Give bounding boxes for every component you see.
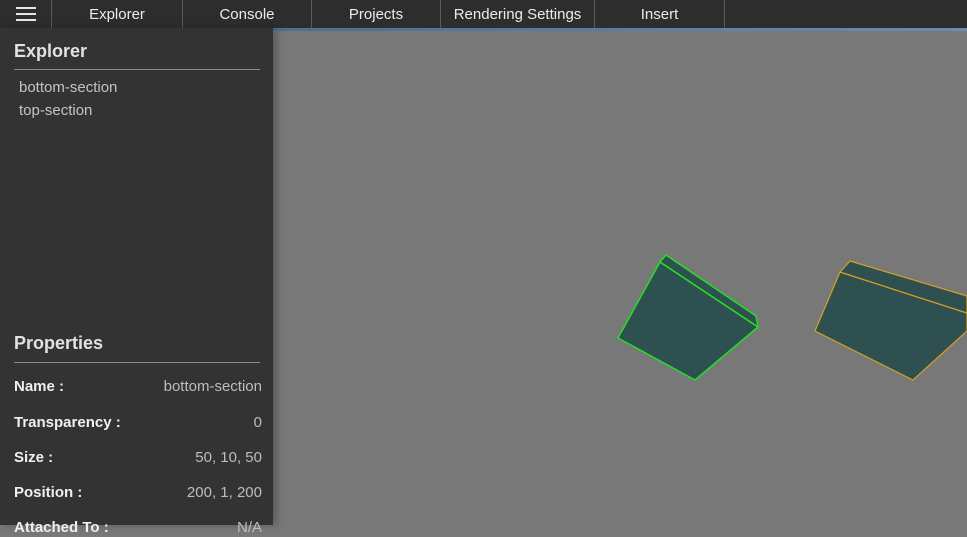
tab-projects[interactable]: Projects bbox=[312, 0, 441, 28]
tab-insert[interactable]: Insert bbox=[595, 0, 725, 28]
explorer-item-bottom-section[interactable]: bottom-section bbox=[19, 79, 117, 96]
property-label: Size : bbox=[14, 448, 54, 466]
property-value[interactable]: 200, 1, 200 bbox=[187, 484, 262, 501]
property-value[interactable]: bottom-section bbox=[164, 378, 262, 395]
tab-explorer[interactable]: Explorer bbox=[52, 0, 183, 28]
property-row-attached-to: Attached To : N/A bbox=[14, 517, 262, 537]
tab-console[interactable]: Console bbox=[183, 0, 312, 28]
property-label: Name : bbox=[14, 377, 65, 395]
property-label: Transparency : bbox=[14, 413, 121, 431]
explorer-item-top-section[interactable]: top-section bbox=[19, 102, 92, 119]
properties-divider bbox=[14, 362, 260, 363]
selected-object-bottom-section[interactable] bbox=[617, 254, 759, 381]
3d-viewport[interactable] bbox=[273, 31, 967, 525]
property-row-size: Size : 50, 10, 50 bbox=[14, 447, 262, 467]
properties-title: Properties bbox=[14, 333, 104, 353]
property-row-position: Position : 200, 1, 200 bbox=[14, 482, 262, 502]
property-value[interactable]: N/A bbox=[237, 519, 262, 536]
hamburger-icon bbox=[15, 7, 36, 21]
property-row-name: Name : bottom-section bbox=[14, 376, 262, 396]
tab-rendering-settings[interactable]: Rendering Settings bbox=[441, 0, 595, 28]
property-row-transparency: Transparency : 0 bbox=[14, 412, 262, 432]
explorer-title: Explorer bbox=[14, 41, 88, 61]
top-menubar: Explorer Console Projects Rendering Sett… bbox=[0, 0, 967, 28]
property-label: Attached To : bbox=[14, 518, 109, 536]
property-label: Position : bbox=[14, 483, 83, 501]
object-top-section[interactable] bbox=[814, 260, 967, 381]
property-value[interactable]: 0 bbox=[254, 414, 262, 431]
explorer-divider bbox=[14, 69, 260, 70]
sidebar-panel: Explorer bottom-section top-section Prop… bbox=[0, 28, 273, 536]
hamburger-menu-button[interactable] bbox=[0, 0, 52, 28]
property-value[interactable]: 50, 10, 50 bbox=[195, 449, 262, 466]
